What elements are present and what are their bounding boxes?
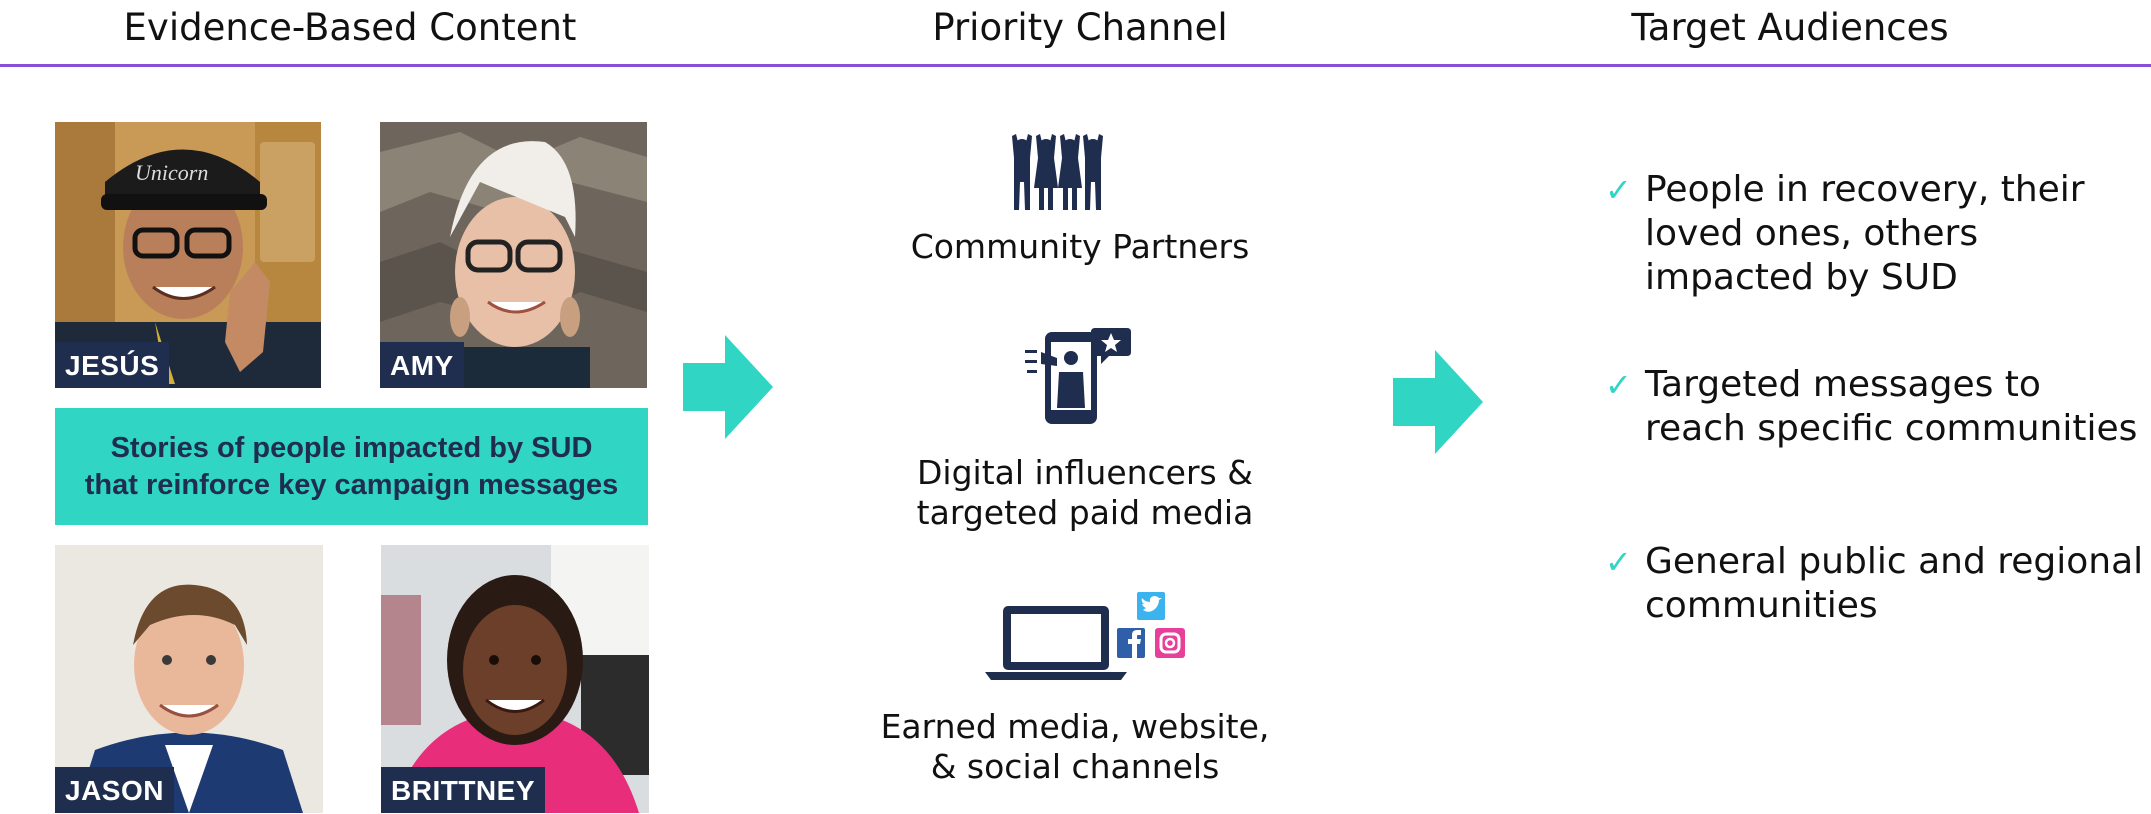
flow-arrow-icon (1393, 350, 1483, 454)
audience-item: ✓ General public and regional communitie… (1605, 540, 2145, 628)
channel-label-digital-influencers: Digital influencers & targeted paid medi… (916, 453, 1254, 532)
channel-label-earned-media: Earned media, website, & social channels (880, 707, 1270, 786)
photo-jesus: Unicorn JESÚS (55, 122, 321, 388)
name-label-jason: JASON (55, 767, 174, 813)
name-label-jesus: JESÚS (55, 342, 170, 388)
community-people-icon (1012, 134, 1103, 210)
header-target-audiences: Target Audiences (1631, 6, 1949, 49)
instagram-icon (1155, 628, 1185, 658)
photo-brittney: BRITTNEY (381, 545, 649, 813)
audience-text: Targeted messages to reach specific comm… (1645, 364, 2138, 449)
header-evidence-based-content: Evidence-Based Content (123, 6, 577, 49)
phone-influencer-icon (1025, 328, 1131, 424)
name-label-amy: AMY (380, 342, 464, 388)
laptop-icon (985, 606, 1127, 680)
check-icon: ✓ (1605, 543, 1632, 581)
check-icon: ✓ (1605, 171, 1632, 209)
audience-item: ✓ People in recovery, their loved ones, … (1605, 168, 2145, 300)
twitter-icon (1137, 592, 1165, 620)
audience-item: ✓ Targeted messages to reach specific co… (1605, 363, 2145, 451)
header-divider (0, 64, 2151, 67)
laptop-social-icon (985, 592, 1185, 680)
name-label-brittney: BRITTNEY (381, 767, 545, 813)
svg-text:Unicorn: Unicorn (135, 160, 208, 185)
header-priority-channel: Priority Channel (932, 6, 1228, 49)
photo-jason: JASON (55, 545, 323, 813)
photo-amy: AMY (380, 122, 647, 388)
stories-banner: Stories of people impacted by SUD that r… (55, 408, 648, 525)
channel-label-community-partners: Community Partners (910, 227, 1250, 266)
audience-text: General public and regional communities (1645, 541, 2144, 626)
audience-text: People in recovery, their loved ones, ot… (1645, 169, 2085, 298)
stories-text: Stories of people impacted by SUD that r… (84, 431, 619, 501)
flow-arrow-icon (683, 335, 773, 439)
facebook-icon (1117, 628, 1145, 658)
check-icon: ✓ (1605, 366, 1632, 404)
